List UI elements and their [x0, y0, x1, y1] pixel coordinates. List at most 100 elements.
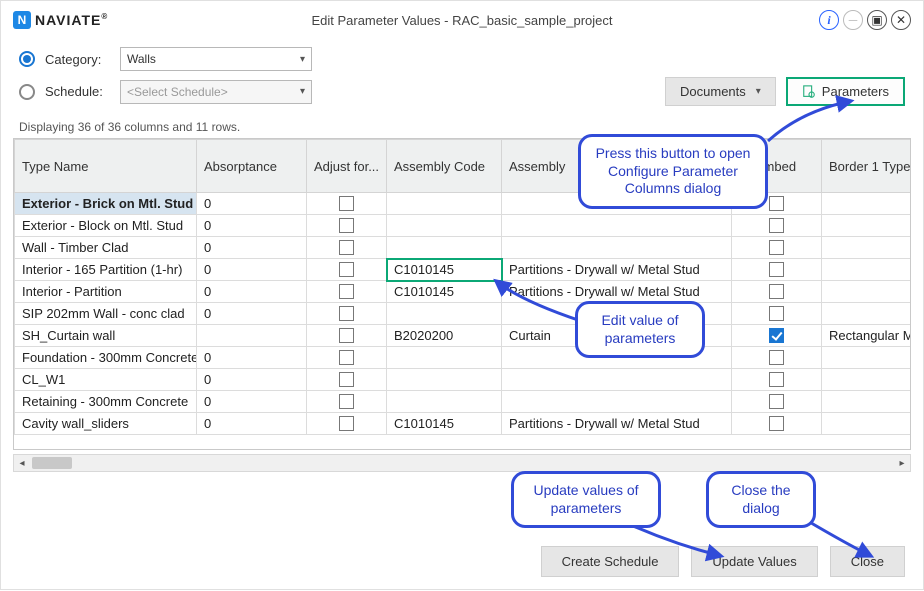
cell-embed[interactable]	[732, 237, 822, 259]
cell-assembly[interactable]: Partitions - Drywall w/ Metal Stud	[502, 259, 732, 281]
table-row[interactable]: Foundation - 300mm Concrete0	[15, 347, 912, 369]
checkbox[interactable]	[339, 196, 354, 211]
cell-embed[interactable]	[732, 391, 822, 413]
table-row[interactable]: SH_Curtain wallB2020200CurtainRectangula…	[15, 325, 912, 347]
cell-name[interactable]: CL_W1	[15, 369, 197, 391]
radio-schedule[interactable]	[19, 84, 35, 100]
col-typename[interactable]: Type Name	[15, 140, 197, 193]
cell-embed[interactable]	[732, 215, 822, 237]
table-row[interactable]: Wall - Timber Clad0	[15, 237, 912, 259]
scroll-thumb[interactable]	[32, 457, 72, 469]
cell-absorptance[interactable]: 0	[197, 303, 307, 325]
cell-assembly[interactable]	[502, 369, 732, 391]
table-row[interactable]: Interior - Partition0C1010145Partitions …	[15, 281, 912, 303]
cell-adjust[interactable]	[307, 413, 387, 435]
cell-adjust[interactable]	[307, 303, 387, 325]
checkbox[interactable]	[339, 262, 354, 277]
cell-absorptance[interactable]: 0	[197, 193, 307, 215]
cell-name[interactable]: Interior - Partition	[15, 281, 197, 303]
checkbox[interactable]	[769, 372, 784, 387]
checkbox[interactable]	[769, 284, 784, 299]
scroll-left-icon[interactable]: ◂	[14, 458, 30, 469]
cell-adjust[interactable]	[307, 325, 387, 347]
cell-name[interactable]: Exterior - Block on Mtl. Stud	[15, 215, 197, 237]
checkbox[interactable]	[769, 196, 784, 211]
cell-absorptance[interactable]: 0	[197, 413, 307, 435]
cell-absorptance[interactable]: 0	[197, 347, 307, 369]
cell-embed[interactable]	[732, 259, 822, 281]
table-row[interactable]: Cavity wall_sliders0 C1010145Partitions -…	[15, 413, 912, 435]
cell-name[interactable]: Interior - 165 Partition (1-hr)	[15, 259, 197, 281]
cell-name[interactable]: SH_Curtain wall	[15, 325, 197, 347]
checkbox[interactable]	[769, 306, 784, 321]
cell-border[interactable]	[822, 369, 912, 391]
cell-assembly[interactable]: Partitions - Drywall w/ Metal Stud	[502, 281, 732, 303]
radio-category[interactable]	[19, 51, 35, 67]
cell-name[interactable]: Foundation - 300mm Concrete	[15, 347, 197, 369]
checkbox[interactable]	[769, 416, 784, 431]
cell-name[interactable]: Cavity wall_sliders	[15, 413, 197, 435]
cell-assembly[interactable]	[502, 237, 732, 259]
checkbox[interactable]	[339, 350, 354, 365]
table-row[interactable]: Retaining - 300mm Concrete0	[15, 391, 912, 413]
cell-absorptance[interactable]	[197, 325, 307, 347]
cell-assemblycode[interactable]	[387, 369, 502, 391]
checkbox[interactable]	[339, 240, 354, 255]
checkbox[interactable]	[339, 218, 354, 233]
cell-border[interactable]	[822, 193, 912, 215]
data-grid[interactable]: Type Name Absorptance Adjust for... Asse…	[13, 138, 911, 450]
cell-assemblycode[interactable]	[387, 347, 502, 369]
cell-border[interactable]	[822, 347, 912, 369]
cell-assemblycode[interactable]: C1010145	[387, 413, 502, 435]
update-values-button[interactable]: Update Values	[691, 546, 817, 577]
cell-adjust[interactable]	[307, 215, 387, 237]
cell-assemblycode[interactable]: C1010145	[387, 259, 502, 281]
schedule-select[interactable]: <Select Schedule> ▾	[120, 80, 312, 104]
parameters-button[interactable]: Parameters	[786, 77, 905, 106]
table-row[interactable]: CL_W10	[15, 369, 912, 391]
cell-embed[interactable]	[732, 325, 822, 347]
checkbox[interactable]	[339, 394, 354, 409]
checkbox[interactable]	[769, 328, 784, 343]
cell-embed[interactable]	[732, 413, 822, 435]
horizontal-scrollbar[interactable]: ◂ ▸	[13, 454, 911, 472]
category-select[interactable]: Walls ▾	[120, 47, 312, 71]
col-border1[interactable]: Border 1 Type	[822, 140, 912, 193]
cell-embed[interactable]	[732, 369, 822, 391]
cell-name[interactable]: SIP 202mm Wall - conc clad	[15, 303, 197, 325]
table-row[interactable]: Exterior - Block on Mtl. Stud0	[15, 215, 912, 237]
checkbox[interactable]	[339, 306, 354, 321]
table-row[interactable]: SIP 202mm Wall - conc clad0	[15, 303, 912, 325]
checkbox[interactable]	[769, 262, 784, 277]
checkbox[interactable]	[769, 350, 784, 365]
create-schedule-button[interactable]: Create Schedule	[541, 546, 680, 577]
cell-border[interactable]	[822, 413, 912, 435]
scroll-right-icon[interactable]: ▸	[894, 458, 910, 469]
cell-border[interactable]: Rectangular M	[822, 325, 912, 347]
checkbox[interactable]	[339, 416, 354, 431]
cell-absorptance[interactable]: 0	[197, 259, 307, 281]
cell-absorptance[interactable]: 0	[197, 369, 307, 391]
checkbox[interactable]	[769, 394, 784, 409]
documents-button[interactable]: Documents ▾	[665, 77, 776, 106]
cell-border[interactable]	[822, 391, 912, 413]
table-row[interactable]: Interior - 165 Partition (1-hr)0 C1010145…	[15, 259, 912, 281]
cell-embed[interactable]	[732, 281, 822, 303]
cell-assemblycode[interactable]	[387, 237, 502, 259]
cell-assembly[interactable]: Partitions - Drywall w/ Metal Stud	[502, 413, 732, 435]
cell-assemblycode[interactable]	[387, 303, 502, 325]
cell-name[interactable]: Retaining - 300mm Concrete	[15, 391, 197, 413]
checkbox[interactable]	[339, 372, 354, 387]
cell-border[interactable]	[822, 303, 912, 325]
cell-adjust[interactable]	[307, 369, 387, 391]
cell-absorptance[interactable]: 0	[197, 215, 307, 237]
close-button[interactable]: Close	[830, 546, 905, 577]
cell-border[interactable]	[822, 237, 912, 259]
table-row[interactable]: Exterior - Brick on Mtl. Stud0	[15, 193, 912, 215]
cell-border[interactable]	[822, 215, 912, 237]
cell-absorptance[interactable]: 0	[197, 391, 307, 413]
cell-name[interactable]: Exterior - Brick on Mtl. Stud	[15, 193, 197, 215]
checkbox[interactable]	[339, 328, 354, 343]
checkbox[interactable]	[769, 240, 784, 255]
cell-assemblycode[interactable]	[387, 215, 502, 237]
